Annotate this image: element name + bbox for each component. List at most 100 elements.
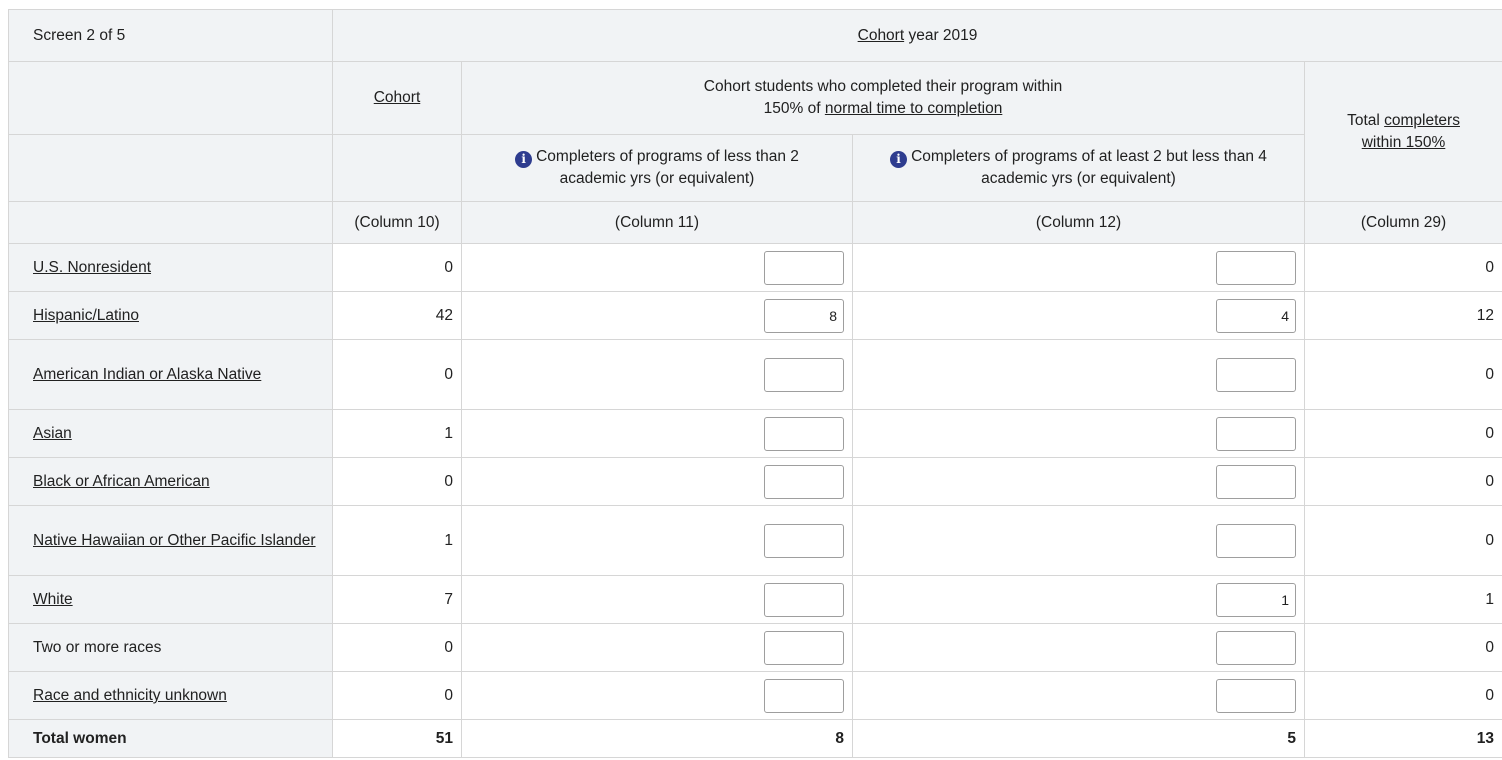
col12-input[interactable]: [1216, 678, 1296, 713]
cohort-value: 0: [332, 671, 462, 720]
col12-input[interactable]: [1216, 416, 1296, 451]
table-row: American Indian or Alaska Native 0 0: [8, 339, 1502, 410]
col12-input[interactable]: [1216, 298, 1296, 333]
row-label-link[interactable]: Asian: [33, 425, 72, 442]
row-label: U.S. Nonresident: [8, 243, 333, 292]
col11-cell: [461, 575, 853, 624]
col11-cell: [461, 671, 853, 720]
table-row: Native Hawaiian or Other Pacific Islande…: [8, 505, 1502, 576]
row-total: 0: [1303, 339, 1502, 410]
total-completers-header: Total completers within 150%: [1303, 61, 1502, 202]
col11-input[interactable]: [764, 582, 844, 617]
within-150-link[interactable]: within 150%: [1362, 134, 1446, 151]
table-row: Asian 1 0: [8, 409, 1502, 458]
row-total: 0: [1303, 623, 1502, 672]
cohort-column-header: Cohort: [332, 61, 462, 135]
col12-cell: [852, 505, 1305, 576]
col11-input[interactable]: [764, 464, 844, 499]
cohort-value: 0: [332, 243, 462, 292]
col12-cell: [852, 291, 1305, 340]
completed-line1: Cohort students who completed their prog…: [703, 78, 1063, 95]
column-10-label: (Column 10): [332, 201, 462, 244]
cohort-value: 0: [332, 457, 462, 506]
table-row: White 7 1: [8, 575, 1502, 624]
cohort-year-text: year 2019: [904, 26, 978, 44]
cohort-value: 0: [332, 339, 462, 410]
completed-line2-prefix: 150% of: [763, 100, 825, 117]
col11-cell: [461, 409, 853, 458]
row-total: 0: [1303, 457, 1502, 506]
row-label: White: [8, 575, 333, 624]
col12-input[interactable]: [1216, 464, 1296, 499]
blank-header-cell: [8, 201, 333, 244]
total-women-row: Total women 51 8 5 13: [8, 719, 1502, 758]
cohort-year-link[interactable]: Cohort: [858, 27, 905, 44]
completers-link[interactable]: completers: [1384, 112, 1460, 129]
column-11-label: (Column 11): [461, 201, 853, 244]
cohort-value: 51: [332, 719, 462, 758]
row-total: 0: [1303, 671, 1502, 720]
col11-input[interactable]: [764, 416, 844, 451]
col11-input[interactable]: [764, 678, 844, 713]
col11-input[interactable]: [764, 357, 844, 392]
table-row: U.S. Nonresident 0 0: [8, 243, 1502, 292]
col12-input[interactable]: [1216, 357, 1296, 392]
row-label-link[interactable]: Native Hawaiian or Other Pacific Islande…: [33, 532, 316, 549]
normal-time-link[interactable]: normal time to completion: [825, 100, 1002, 117]
row-label-link[interactable]: U.S. Nonresident: [33, 259, 151, 276]
row-total: 12: [1303, 291, 1502, 340]
2to4-text: Completers of programs of at least 2 but…: [911, 148, 1267, 187]
col12-input[interactable]: [1216, 250, 1296, 285]
row-label-link[interactable]: White: [33, 591, 73, 608]
row-label: Native Hawaiian or Other Pacific Islande…: [8, 505, 333, 576]
cohort-value: 0: [332, 623, 462, 672]
row-label: Total women: [8, 719, 333, 758]
column-12-label: (Column 12): [852, 201, 1305, 244]
col11-input[interactable]: [764, 523, 844, 558]
row-label-link[interactable]: Black or African American: [33, 473, 210, 490]
table-row: Black or African American 0 0: [8, 457, 1502, 506]
col11-input[interactable]: [764, 250, 844, 285]
row-total: 0: [1303, 409, 1502, 458]
col12-cell: [852, 409, 1305, 458]
row-label: Asian: [8, 409, 333, 458]
col12-cell: [852, 457, 1305, 506]
info-icon[interactable]: i: [890, 151, 908, 168]
col12-cell: [852, 243, 1305, 292]
col12-cell: [852, 671, 1305, 720]
lt2-text: Completers of programs of less than 2 ac…: [536, 148, 799, 187]
cohort-value: 42: [332, 291, 462, 340]
row-label: American Indian or Alaska Native: [8, 339, 333, 410]
completers-table: Screen 2 of 5 Cohort year 2019 Cohort Co…: [8, 9, 1502, 758]
cohort-value: 7: [332, 575, 462, 624]
row-label: Hispanic/Latino: [8, 291, 333, 340]
row-total: 0: [1303, 505, 1502, 576]
grand-total: 13: [1303, 719, 1502, 758]
col11-cell: [461, 505, 853, 576]
col11-total: 8: [461, 719, 853, 758]
blank-header-cell: [332, 134, 462, 202]
column-29-label: (Column 29): [1303, 201, 1502, 244]
col12-input[interactable]: [1216, 523, 1296, 558]
row-label-link[interactable]: American Indian or Alaska Native: [33, 366, 261, 383]
cohort-link[interactable]: Cohort: [374, 89, 421, 106]
col11-input[interactable]: [764, 630, 844, 665]
info-icon[interactable]: i: [515, 151, 533, 168]
2to4-header: i Completers of programs of at least 2 bu…: [852, 134, 1305, 202]
col12-input[interactable]: [1216, 630, 1296, 665]
lt2-header: i Completers of programs of less than 2 a…: [461, 134, 853, 202]
blank-header-cell: [8, 61, 333, 135]
col12-cell: [852, 339, 1305, 410]
row-label-link[interactable]: Hispanic/Latino: [33, 307, 139, 324]
row-label: Race and ethnicity unknown: [8, 671, 333, 720]
row-label-link[interactable]: Race and ethnicity unknown: [33, 687, 227, 704]
col11-cell: [461, 339, 853, 410]
col12-input[interactable]: [1216, 582, 1296, 617]
cohort-value: 1: [332, 505, 462, 576]
col11-cell: [461, 291, 853, 340]
row-total: 1: [1303, 575, 1502, 624]
col11-cell: [461, 623, 853, 672]
cohort-year-header: Cohort year 2019: [331, 9, 1502, 62]
table-row: Hispanic/Latino 42 12: [8, 291, 1502, 340]
col11-input[interactable]: [764, 298, 844, 333]
